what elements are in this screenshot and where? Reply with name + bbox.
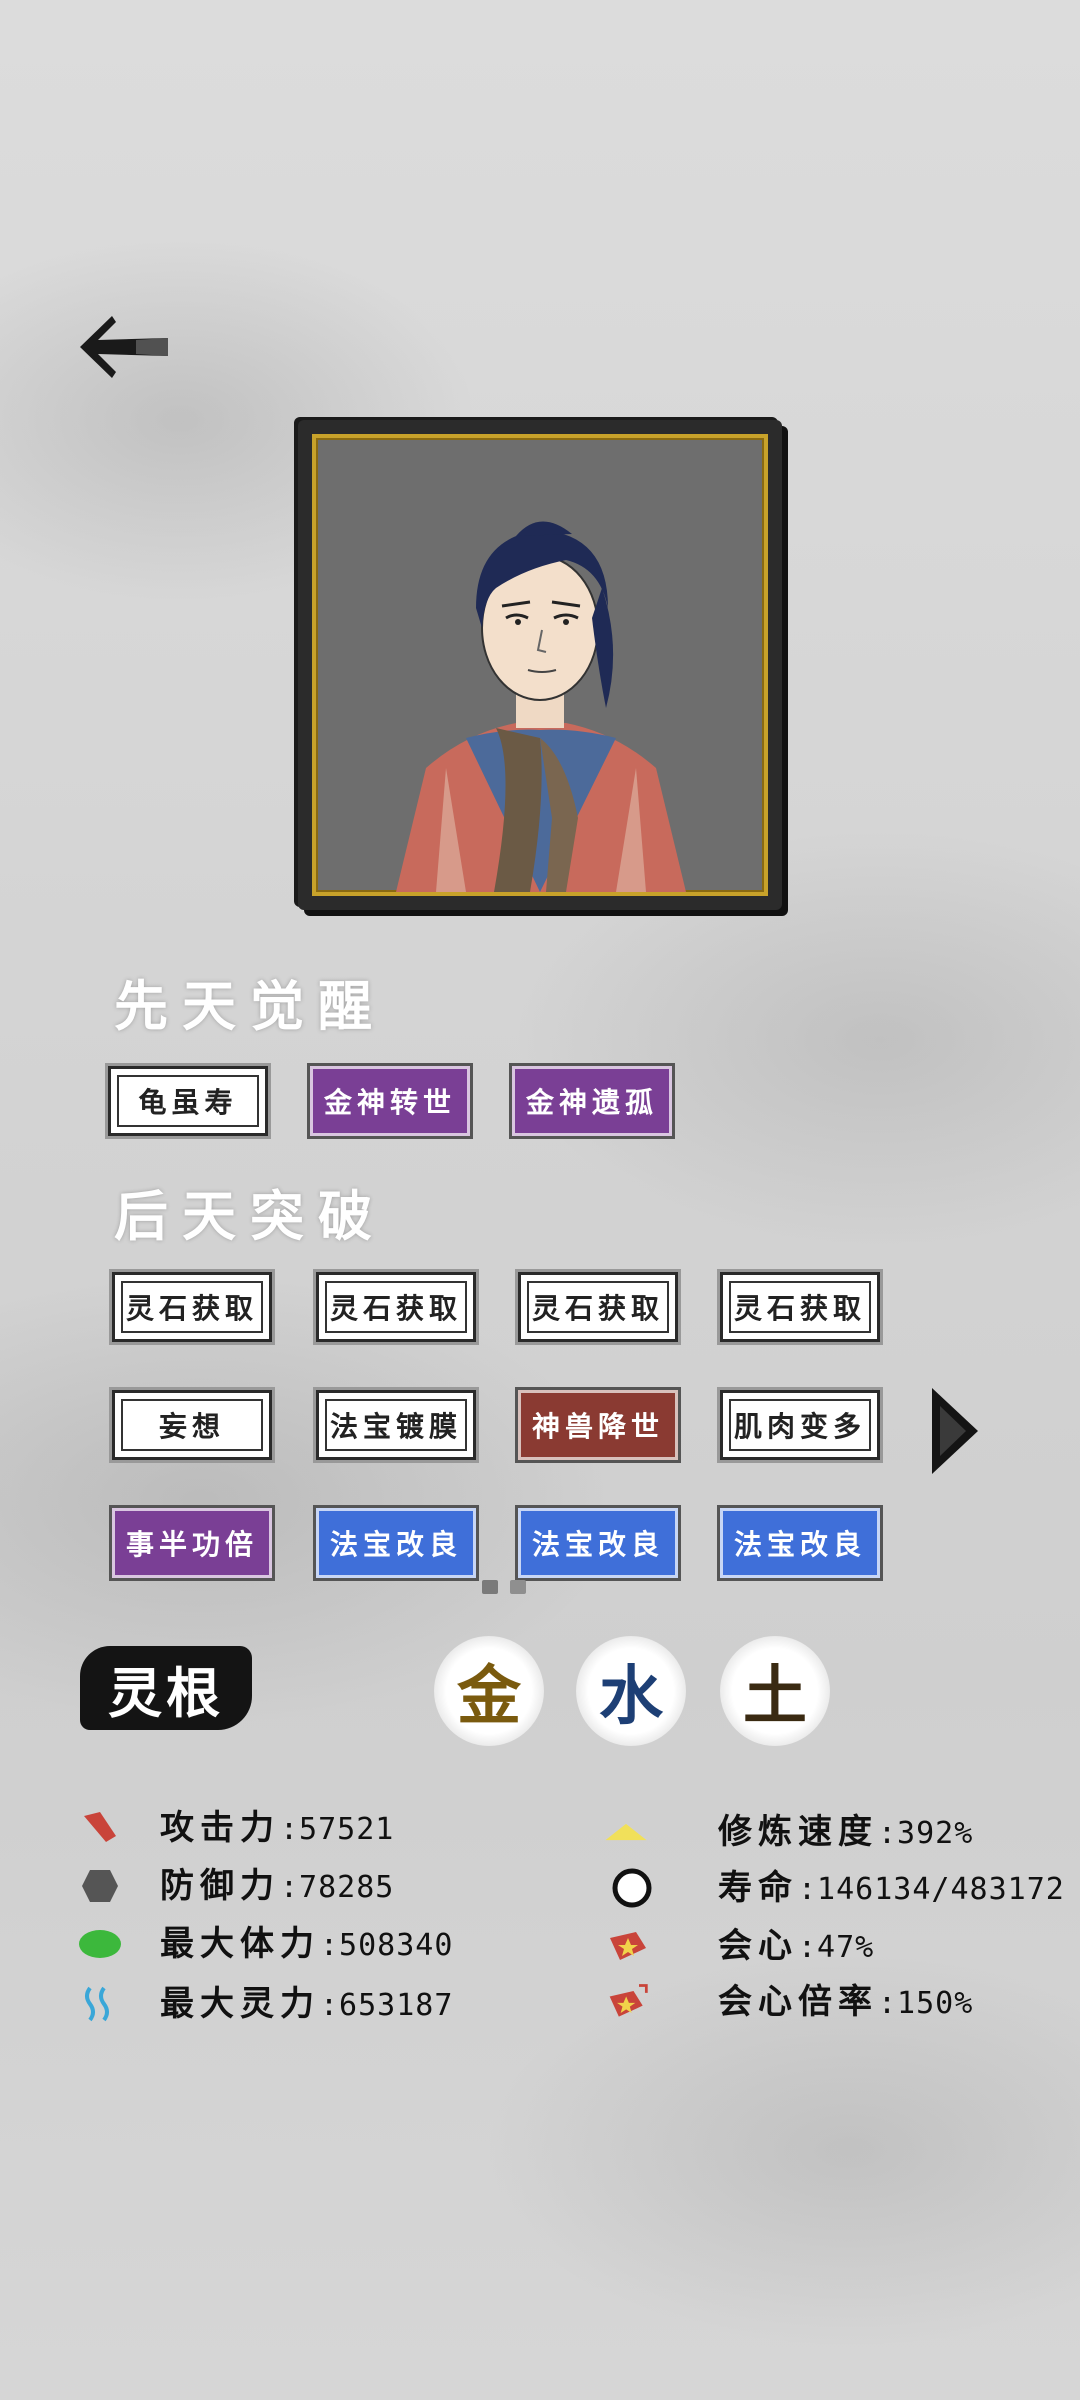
stat-text: 会心:47% <box>718 1924 874 1970</box>
stat-text: 修炼速度:392% <box>718 1810 973 1856</box>
innate-awakening-title: 先天觉醒 <box>114 974 386 1038</box>
speed-icon <box>604 1810 648 1854</box>
trait-label: 金神遗孤 <box>525 1086 658 1119</box>
stat-label: 最大体力 <box>160 1924 320 1964</box>
acquired-trait-chip[interactable]: 法宝改良 <box>313 1505 479 1581</box>
acquired-breakthrough-title: 后天突破 <box>114 1184 386 1248</box>
stat-value: :47% <box>798 1930 875 1965</box>
stat-label: 防御力 <box>160 1866 280 1906</box>
element-badge: 水 <box>576 1636 686 1746</box>
acquired-trait-chip[interactable]: 事半功倍 <box>109 1505 275 1581</box>
page-indicator <box>482 1580 526 1594</box>
trait-label: 灵石获取 <box>329 1292 462 1325</box>
acquired-trait-chip[interactable]: 灵石获取 <box>109 1269 275 1345</box>
stat-lifespan: 寿命:146134/483172 <box>610 1866 1064 1910</box>
stat-value: :508340 <box>320 1928 454 1963</box>
back-button[interactable] <box>76 312 172 382</box>
trait-label: 法宝改良 <box>329 1528 462 1561</box>
attack-icon <box>78 1806 122 1850</box>
trait-label: 灵石获取 <box>125 1292 258 1325</box>
acquired-trait-chip[interactable]: 灵石获取 <box>515 1269 681 1345</box>
acquired-trait-chip[interactable]: 妄想 <box>109 1387 275 1463</box>
stat-max-mana: 最大灵力:653187 <box>78 1982 498 2026</box>
trait-label: 龟虽寿 <box>138 1086 238 1119</box>
stat-text: 寿命:146134/483172 <box>718 1866 1065 1912</box>
shield-icon <box>78 1864 122 1908</box>
next-page-button[interactable] <box>930 1386 980 1476</box>
stat-text: 最大灵力:653187 <box>160 1982 453 2028</box>
page-dot[interactable] <box>510 1580 526 1594</box>
triangle-right-icon <box>932 1388 978 1474</box>
acquired-trait-chip[interactable]: 神兽降世 <box>515 1387 681 1463</box>
back-arrow-icon <box>80 316 168 378</box>
trait-label: 法宝改良 <box>733 1528 866 1561</box>
acquired-trait-chip[interactable]: 法宝改良 <box>515 1505 681 1581</box>
stat-label: 修炼速度 <box>718 1812 878 1852</box>
stat-text: 防御力:78285 <box>160 1864 394 1910</box>
trait-label: 灵石获取 <box>531 1292 664 1325</box>
stat-value: :146134/483172 <box>798 1872 1065 1907</box>
innate-trait-chip[interactable]: 金神遗孤 <box>509 1063 675 1139</box>
innate-trait-chip[interactable]: 龟虽寿 <box>105 1063 271 1139</box>
acquired-trait-chip[interactable]: 法宝镀膜 <box>313 1387 479 1463</box>
lifespan-icon <box>610 1866 654 1910</box>
stat-value: :392% <box>878 1816 974 1851</box>
stat-text: 攻击力:57521 <box>160 1806 394 1852</box>
page-dot[interactable] <box>482 1580 498 1594</box>
trait-label: 法宝镀膜 <box>329 1410 462 1443</box>
element-char: 土 <box>743 1659 807 1734</box>
health-icon <box>78 1922 122 1966</box>
stat-attack: 攻击力:57521 <box>78 1806 498 1850</box>
acquired-trait-chip[interactable]: 肌肉变多 <box>717 1387 883 1463</box>
character-portrait <box>312 434 768 896</box>
stat-max-hp: 最大体力:508340 <box>78 1922 498 1966</box>
element-char: 金 <box>457 1659 521 1734</box>
acquired-trait-chip[interactable]: 法宝改良 <box>717 1505 883 1581</box>
trait-label: 神兽降世 <box>531 1410 664 1443</box>
crit-icon <box>606 1924 650 1968</box>
stat-text: 会心倍率:150% <box>718 1980 973 2026</box>
stat-value: :150% <box>878 1986 974 2021</box>
spirit-root-label: 灵根 <box>80 1646 252 1730</box>
trait-label: 事半功倍 <box>125 1528 258 1561</box>
stat-label: 会心 <box>718 1926 798 1966</box>
spirit-icon <box>78 1982 122 2026</box>
acquired-trait-chip[interactable]: 灵石获取 <box>313 1269 479 1345</box>
stat-text: 最大体力:508340 <box>160 1922 453 1968</box>
stat-crit: 会心:47% <box>606 1924 1044 1968</box>
trait-label: 法宝改良 <box>531 1528 664 1561</box>
stat-crit-multiplier: 会心倍率:150% <box>606 1980 1044 2024</box>
innate-trait-chip[interactable]: 金神转世 <box>307 1063 473 1139</box>
trait-label: 灵石获取 <box>733 1292 866 1325</box>
element-char: 水 <box>599 1659 663 1734</box>
character-portrait-frame <box>298 420 782 910</box>
trait-label: 金神转世 <box>323 1086 456 1119</box>
trait-label: 妄想 <box>158 1410 225 1443</box>
stat-cultivation-speed: 修炼速度:392% <box>604 1810 1044 1854</box>
trait-label: 肌肉变多 <box>733 1410 866 1443</box>
stat-value: :78285 <box>280 1870 395 1905</box>
stat-label: 攻击力 <box>160 1808 280 1848</box>
stat-label: 会心倍率 <box>718 1982 878 2022</box>
stat-value: :57521 <box>280 1812 395 1847</box>
acquired-trait-chip[interactable]: 灵石获取 <box>717 1269 883 1345</box>
stat-value: :653187 <box>320 1988 454 2023</box>
crit-multiplier-icon <box>606 1980 650 2024</box>
element-badge: 土 <box>720 1636 830 1746</box>
stat-defense: 防御力:78285 <box>78 1864 498 1908</box>
element-badge: 金 <box>434 1636 544 1746</box>
stat-label: 寿命 <box>718 1868 798 1908</box>
stat-label: 最大灵力 <box>160 1984 320 2024</box>
